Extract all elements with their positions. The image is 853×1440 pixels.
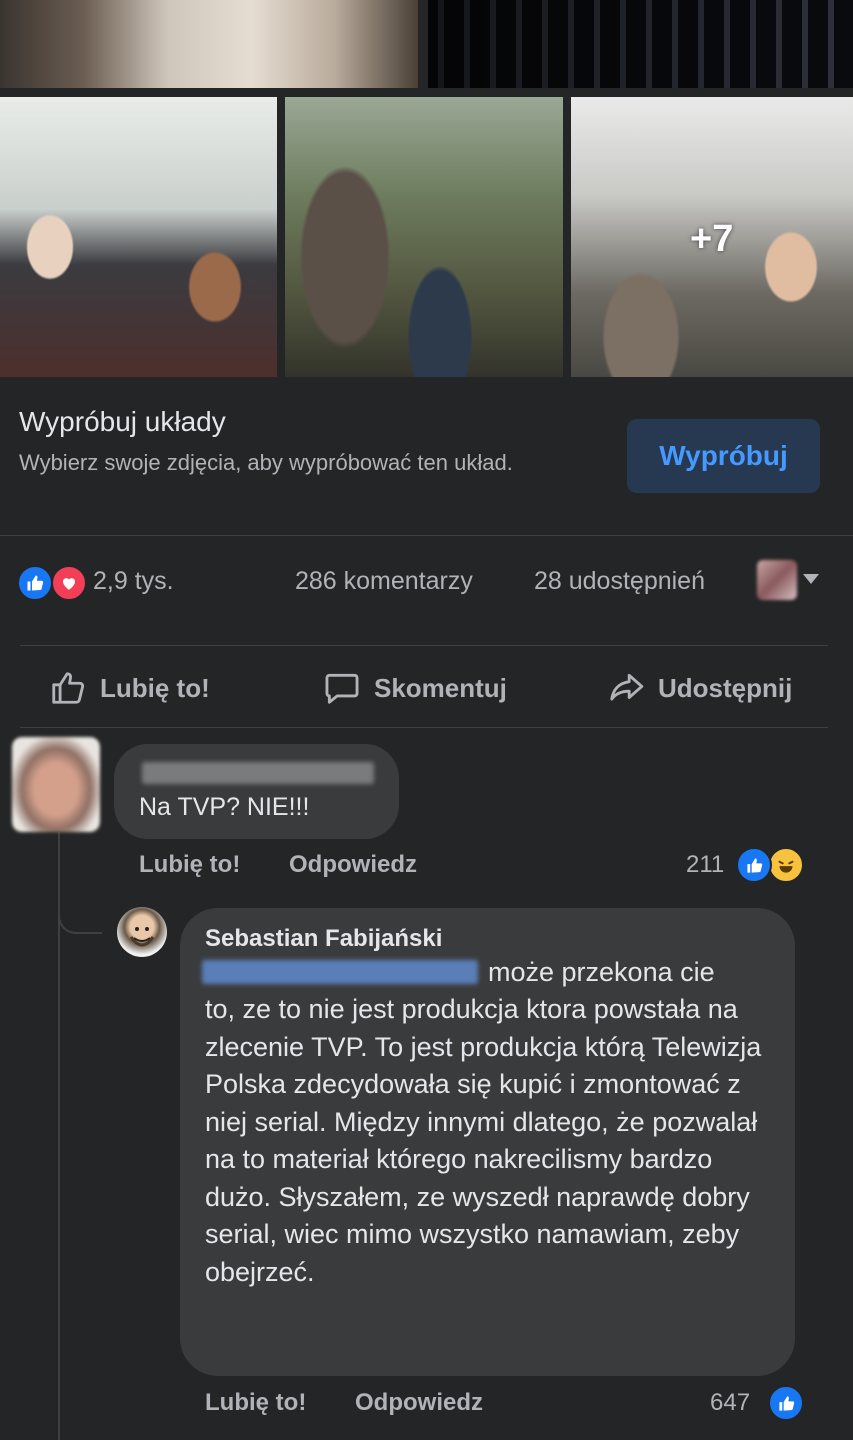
- promo-subtitle: Wybierz swoje zdjęcia, aby wypróbować te…: [19, 450, 513, 475]
- comment-button-label: Skomentuj: [374, 672, 507, 703]
- comments-count[interactable]: 286 komentarzy: [295, 567, 473, 596]
- photo-top-left[interactable]: [0, 0, 418, 88]
- share-button[interactable]: Udostępnij: [606, 668, 792, 708]
- comment-icon: [325, 673, 359, 704]
- comment-reply-link[interactable]: Odpowiedz: [289, 851, 417, 879]
- photo-top-right[interactable]: [428, 0, 853, 88]
- comment-bubble: Na TVP? NIE!!!: [114, 744, 399, 839]
- mentioned-user-redacted[interactable]: [202, 960, 478, 984]
- reply-like-link[interactable]: Lubię to!: [205, 1389, 306, 1417]
- divider: [20, 727, 828, 728]
- chevron-down-icon[interactable]: [803, 574, 819, 584]
- reply-author-avatar[interactable]: [117, 907, 167, 957]
- comment-reactions-count[interactable]: 211: [686, 851, 724, 879]
- like-icon: [736, 847, 772, 883]
- more-photos-count[interactable]: +7: [690, 218, 733, 261]
- photo-bottom-middle[interactable]: [285, 97, 563, 377]
- promo-title: Wypróbuj układy: [19, 406, 226, 437]
- shares-count[interactable]: 28 udostępnień: [534, 567, 705, 596]
- comment-button[interactable]: Skomentuj: [322, 668, 507, 708]
- share-button-label: Udostępnij: [658, 672, 793, 703]
- haha-icon: [768, 847, 804, 883]
- commenter-avatar[interactable]: [12, 737, 100, 832]
- commenter-name-redacted[interactable]: [142, 762, 374, 784]
- reply-text-first-line: może przekona cie: [488, 957, 715, 987]
- audience-avatar[interactable]: [757, 560, 797, 600]
- reply-reactions-count[interactable]: 647: [710, 1389, 750, 1417]
- try-layouts-button[interactable]: Wypróbuj: [627, 419, 820, 493]
- reply-reply-link[interactable]: Odpowiedz: [355, 1389, 483, 1417]
- thumbs-up-icon: [52, 672, 85, 704]
- reply-text: to, ze to nie jest produkcja ktora powst…: [205, 994, 762, 1287]
- love-icon: [51, 565, 87, 601]
- like-icon: [768, 1385, 804, 1421]
- reply-connector: [58, 880, 102, 934]
- photo-bottom-left[interactable]: [0, 97, 277, 377]
- reactions-count[interactable]: 2,9 tys.: [93, 567, 174, 596]
- like-button[interactable]: Lubię to!: [48, 668, 210, 708]
- reply-author-name[interactable]: Sebastian Fabijański: [205, 925, 442, 953]
- comment-like-link[interactable]: Lubię to!: [139, 851, 240, 879]
- divider: [0, 535, 853, 536]
- divider: [20, 645, 828, 646]
- share-icon: [610, 673, 644, 701]
- comment-text: Na TVP? NIE!!!: [139, 793, 310, 821]
- like-icon: [17, 565, 53, 601]
- like-button-label: Lubię to!: [100, 672, 210, 703]
